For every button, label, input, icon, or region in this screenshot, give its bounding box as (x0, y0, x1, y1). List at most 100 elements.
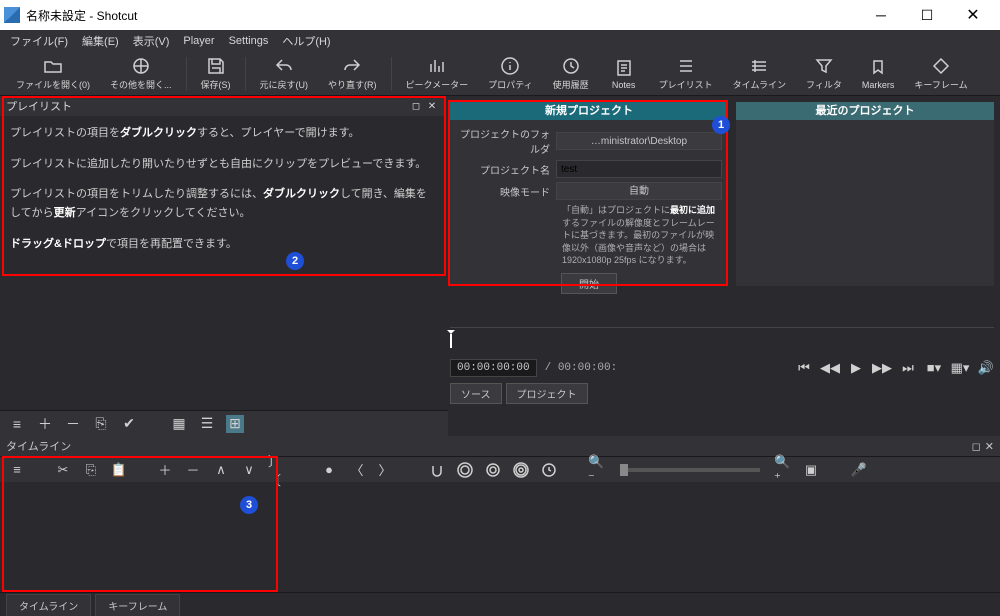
minimize-button[interactable]: ─ (858, 0, 904, 30)
filter-button[interactable]: フィルタ (796, 54, 852, 93)
next-marker-icon[interactable]: 〉 (376, 461, 394, 479)
undo-button[interactable]: 元に戻す(U) (250, 54, 319, 93)
zoom-slider[interactable] (620, 468, 760, 472)
timeline-body[interactable] (0, 482, 1000, 592)
menubar: ファイル(F) 編集(E) 表示(V) Player Settings ヘルプ(… (0, 30, 1000, 52)
view-details-icon[interactable]: ▦ (170, 415, 188, 433)
ripple-all-icon[interactable] (512, 461, 530, 479)
open-other-button[interactable]: その他を開く... (100, 54, 182, 93)
save-button[interactable]: 保存(S) (191, 54, 241, 93)
timecode-duration: / 00:00:00: (545, 362, 618, 374)
project-folder-button[interactable]: …ministrator\Desktop (556, 132, 722, 150)
menu-view[interactable]: 表示(V) (127, 31, 176, 51)
ripple-icon[interactable] (484, 461, 502, 479)
timeline-icon (749, 56, 769, 76)
properties-button[interactable]: プロパティ (478, 54, 542, 93)
peak-meter-button[interactable]: ピークメーター (396, 54, 479, 93)
tab-source[interactable]: ソース (450, 383, 502, 404)
separator (245, 57, 246, 91)
separator (186, 57, 187, 91)
rewind-button[interactable]: ◀◀ (822, 360, 838, 376)
playhead-icon[interactable] (450, 334, 452, 348)
tab-keyframe[interactable]: キーフレーム (95, 594, 180, 616)
remove-icon[interactable]: － (184, 461, 202, 479)
skip-prev-button[interactable]: ⏮ (796, 360, 812, 376)
playlist-button[interactable]: プレイリスト (649, 54, 723, 93)
timeline-title: タイムライン (6, 438, 71, 454)
playlist-remove-icon[interactable]: － (64, 415, 82, 433)
zoom-out-icon[interactable]: 🔍⁻ (588, 461, 606, 479)
timeline-toolbar: ≡ ✂ ⎘ 📋 ＋ － ∧ ∨ 〕〔 ● 〈 〉 🔍⁻ 🔍⁺ ▣ 🎤 (0, 456, 1000, 482)
recent-project-header: 最近のプロジェクト (736, 102, 994, 120)
funnel-icon (814, 56, 834, 76)
tab-timeline[interactable]: タイムライン (6, 594, 91, 616)
annotation-badge-3: 3 (240, 496, 258, 514)
notes-button[interactable]: Notes (599, 56, 649, 92)
main-toolbar: ファイルを開く(0) その他を開く... 保存(S) 元に戻す(U) やり直す(… (0, 52, 1000, 96)
split-icon[interactable]: 〕〔 (268, 461, 286, 479)
source-tabs: ソース プロジェクト (450, 381, 994, 406)
start-button[interactable]: 開始 (561, 273, 617, 294)
lift-icon[interactable]: ∧ (212, 461, 230, 479)
undock-icon[interactable]: ◻ (972, 440, 981, 453)
skip-next-button[interactable]: ⏭ (900, 360, 916, 376)
playlist-header: プレイリスト ◻ ✕ (0, 96, 444, 116)
menu-edit[interactable]: 編集(E) (76, 31, 125, 51)
view-tiles-icon[interactable]: ⊞ (226, 415, 244, 433)
transport-bar: 00:00:00:00 / 00:00:00: ⏮ ◀◀ ▶ ▶▶ ⏭ ■▾ ▦… (450, 355, 994, 381)
network-icon (131, 56, 151, 76)
panel-close-icon[interactable]: ✕ (426, 100, 438, 112)
open-file-button[interactable]: ファイルを開く(0) (6, 54, 100, 93)
close-button[interactable]: ✕ (950, 0, 996, 30)
history-button[interactable]: 使用履歴 (543, 54, 599, 93)
overwrite-icon[interactable]: ∨ (240, 461, 258, 479)
tab-project[interactable]: プロジェクト (506, 383, 588, 404)
timeline-menu-icon[interactable]: ≡ (8, 461, 26, 479)
playlist-check-icon[interactable]: ✔ (120, 415, 138, 433)
markers-button[interactable]: Markers (852, 56, 905, 92)
zoom-menu-button[interactable]: ■▾ (926, 360, 942, 376)
playlist-add-icon[interactable]: ＋ (36, 415, 54, 433)
copy-icon[interactable]: ⎘ (82, 461, 100, 479)
list-icon (676, 56, 696, 76)
timecode-input[interactable]: 00:00:00:00 (450, 359, 537, 377)
playlist-menu-icon[interactable]: ≡ (8, 415, 26, 433)
append-icon[interactable]: ＋ (156, 461, 174, 479)
scrub-icon[interactable] (456, 461, 474, 479)
time-ruler[interactable] (450, 327, 994, 351)
project-name-input[interactable] (556, 160, 722, 178)
redo-button[interactable]: やり直す(R) (318, 54, 387, 93)
playlist-update-icon[interactable]: ⎘ (92, 415, 110, 433)
grid-menu-button[interactable]: ▦▾ (952, 360, 968, 376)
undo-icon (274, 56, 294, 76)
maximize-button[interactable]: ☐ (904, 0, 950, 30)
video-mode-description: 「自動」はプロジェクトに最初に追加するファイルの解像度とフレームレートに基づきま… (562, 204, 722, 267)
record-icon[interactable]: 🎤 (850, 461, 868, 479)
video-mode-label: 映像モード (456, 184, 556, 199)
cut-icon[interactable]: ✂ (54, 461, 72, 479)
view-list-icon[interactable]: ☰ (198, 415, 216, 433)
menu-help[interactable]: ヘルプ(H) (276, 31, 336, 51)
menu-settings[interactable]: Settings (223, 33, 275, 49)
app-logo-icon (4, 7, 20, 23)
undock-icon[interactable]: ◻ (410, 100, 422, 112)
paste-icon[interactable]: 📋 (110, 461, 128, 479)
panel-close-icon[interactable]: ✕ (985, 440, 994, 453)
forward-button[interactable]: ▶▶ (874, 360, 890, 376)
zoom-in-icon[interactable]: 🔍⁺ (774, 461, 792, 479)
keyframe-button[interactable]: キーフレーム (904, 54, 977, 93)
zoom-knob[interactable] (620, 464, 628, 476)
menu-file[interactable]: ファイル(F) (4, 31, 74, 51)
timeline-button[interactable]: タイムライン (723, 54, 796, 93)
prev-marker-icon[interactable]: 〈 (348, 461, 366, 479)
window-title: 名称未設定 - Shotcut (26, 7, 858, 24)
annotation-badge-1: 1 (712, 116, 730, 134)
video-mode-select[interactable]: 自動 (556, 182, 722, 200)
play-button[interactable]: ▶ (848, 360, 864, 376)
volume-button[interactable]: 🔊 (978, 360, 994, 376)
ripple-markers-icon[interactable] (540, 461, 558, 479)
snap-icon[interactable] (428, 461, 446, 479)
marker-add-icon[interactable]: ● (320, 461, 338, 479)
zoom-fit-icon[interactable]: ▣ (802, 461, 820, 479)
menu-player[interactable]: Player (177, 33, 220, 49)
